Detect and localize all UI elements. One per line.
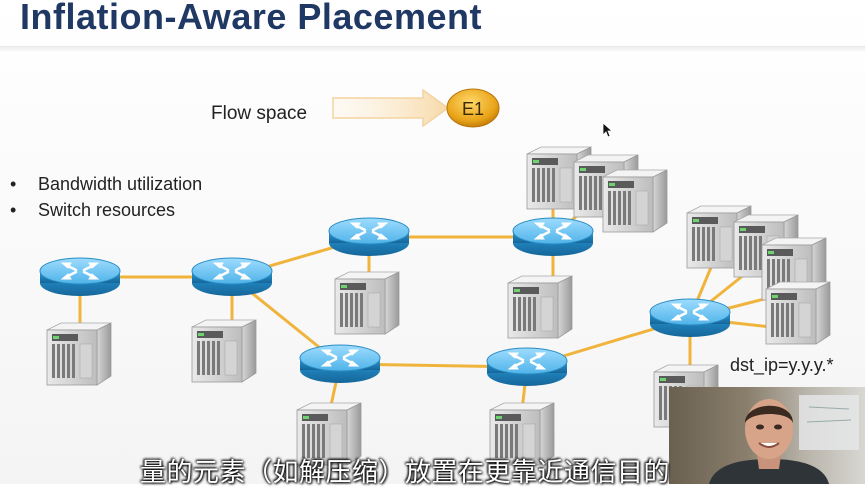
router-icon (648, 297, 732, 339)
router-icon (190, 256, 274, 298)
router-icon (511, 216, 595, 258)
server-icon (602, 169, 668, 233)
bullet-list: • Bandwidth utilization • Switch resources (10, 172, 202, 224)
arrow-icon (332, 88, 450, 128)
cursor-icon (602, 122, 612, 138)
server-icon (191, 319, 257, 383)
e1-badge: E1 (446, 88, 500, 128)
server-icon (46, 322, 112, 386)
router-icon (327, 216, 411, 258)
bullet-dot-icon: • (10, 200, 17, 220)
e1-badge-label: E1 (462, 99, 484, 119)
bullet-text: Bandwidth utilization (38, 174, 203, 194)
flow-space-label: Flow space (211, 103, 308, 124)
video-subtitle: 量的元素（如解压缩）放置在更靠近通信目的 (140, 458, 671, 488)
bullet-text: Switch resources (38, 200, 176, 220)
server-icon (334, 271, 400, 335)
bullet-dot-icon: • (10, 174, 17, 194)
router-icon (485, 346, 569, 388)
server-icon (507, 275, 573, 339)
bullet-item: • Switch resources (10, 198, 202, 224)
speaker-webcam (669, 387, 865, 484)
dst-ip-rule-label: dst_ip=y.y.y.* (730, 355, 834, 375)
bullet-item: • Bandwidth utilization (10, 172, 202, 198)
router-icon (38, 256, 122, 298)
server-icon (765, 281, 831, 345)
router-icon (298, 343, 382, 385)
speaker-video-frame (709, 395, 859, 484)
